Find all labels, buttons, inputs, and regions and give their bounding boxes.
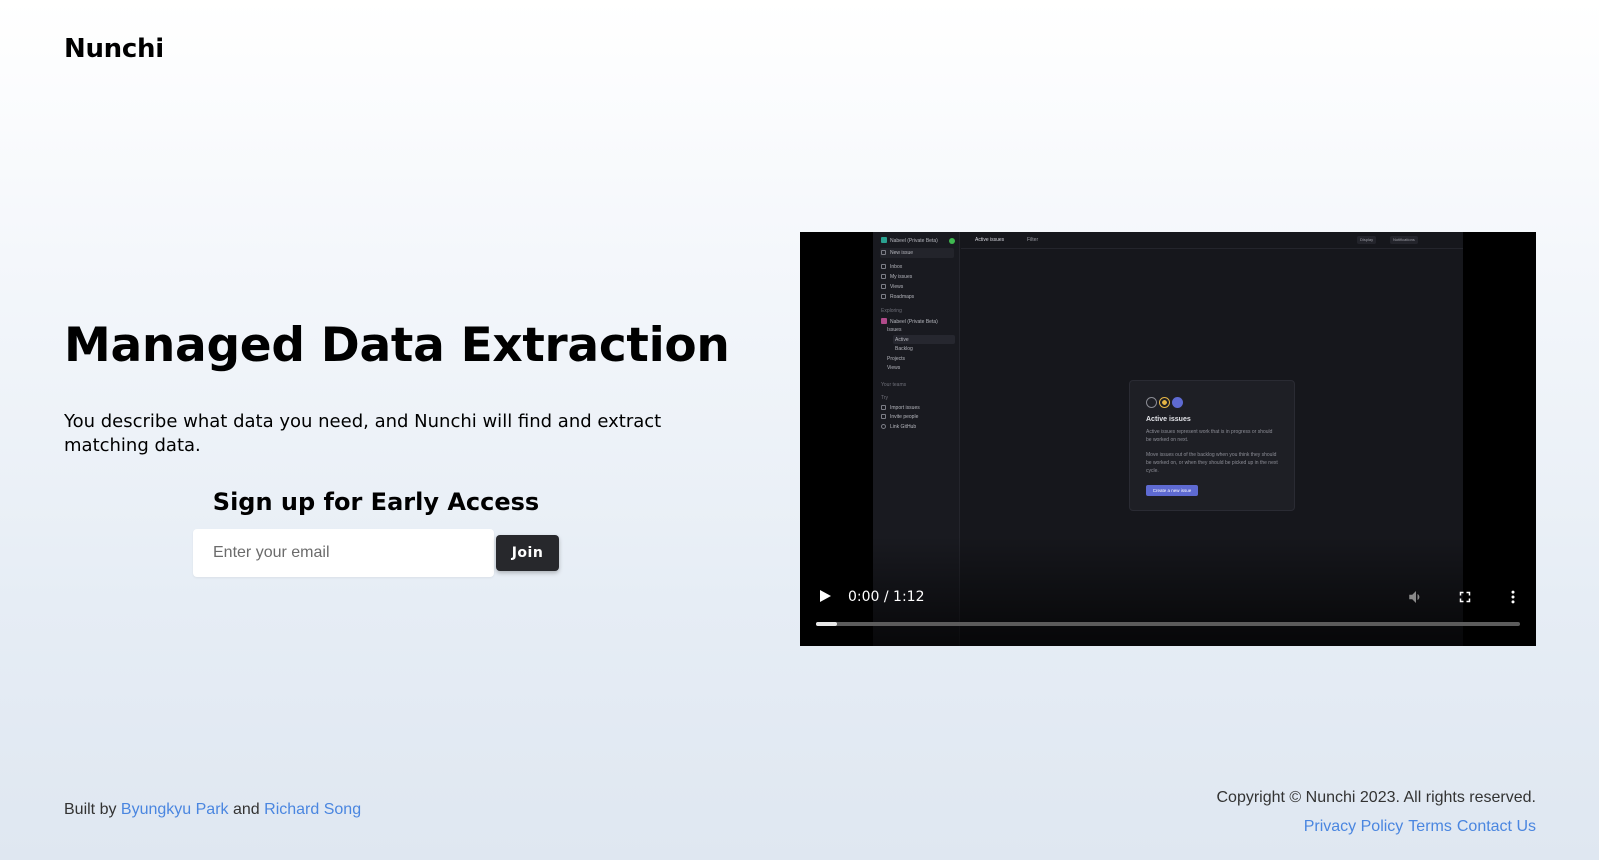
- plus-icon: [881, 414, 886, 419]
- preview-new-issue: New issue: [881, 250, 913, 256]
- signup-form: Join: [193, 529, 559, 577]
- preview-try-item: Invite people: [881, 414, 918, 420]
- preview-nav-item: Views: [881, 284, 903, 290]
- preview-team-item: Projects: [887, 356, 906, 362]
- preview-try-item: Link GitHub: [881, 424, 916, 430]
- roadmap-icon: [881, 294, 886, 299]
- volume-icon[interactable]: [1407, 588, 1425, 606]
- issues-icon: [881, 274, 886, 279]
- inbox-icon: [881, 264, 886, 269]
- import-icon: [881, 405, 886, 410]
- email-input[interactable]: [193, 529, 494, 577]
- preview-team-item: Issues: [887, 327, 902, 333]
- status-done-icon: [1172, 397, 1183, 408]
- preview-team-item: Views: [887, 365, 901, 371]
- privacy-policy-link[interactable]: Privacy Policy: [1304, 818, 1404, 836]
- edit-icon: [881, 250, 886, 255]
- preview-team: Nabeel (Private Beta): [881, 318, 938, 325]
- preview-notifications: Notifications: [1390, 236, 1418, 244]
- fullscreen-icon[interactable]: [1456, 588, 1474, 606]
- video-progress-bar[interactable]: [816, 622, 1520, 626]
- preview-topbar: Active issues Filter Display Notificatio…: [961, 232, 1463, 249]
- video-time: 0:00 / 1:12: [848, 589, 925, 605]
- preview-display: Display: [1357, 236, 1377, 244]
- preview-nav-item: Roadmaps: [881, 294, 914, 300]
- terms-link[interactable]: Terms: [1408, 818, 1452, 836]
- preview-workspace: Nabeel (Private Beta): [881, 237, 938, 244]
- preview-nav-item: My issues: [881, 274, 912, 280]
- and-label: and: [232, 801, 260, 818]
- preview-card-text: Move issues out of the backlog when you …: [1146, 452, 1278, 474]
- preview-your-teams: Your teams: [881, 382, 907, 388]
- status-todo-icon: [1146, 397, 1157, 408]
- more-options-icon[interactable]: [1504, 588, 1522, 606]
- workspace-badge-icon: [881, 237, 887, 243]
- built-by-label: Built by: [64, 801, 117, 818]
- hero-title: Managed Data Extraction: [64, 318, 730, 373]
- preview-card-title: Active issues: [1146, 416, 1191, 423]
- preview-nav-item: Inbox: [881, 264, 902, 270]
- brand-logo[interactable]: Nunchi: [64, 34, 164, 64]
- video-progress-fill: [816, 622, 838, 626]
- signup-title: Sign up for Early Access: [212, 488, 540, 516]
- avatar-icon: [949, 238, 955, 244]
- status-icons: [1146, 397, 1183, 408]
- copyright-text: Copyright © Nunchi 2023. All rights rese…: [1216, 789, 1537, 806]
- preview-team-item: Backlog: [895, 346, 913, 352]
- github-icon: [881, 424, 886, 429]
- footer-links: Privacy Policy Terms Contact Us: [1304, 818, 1536, 836]
- preview-filter: Filter: [1027, 237, 1039, 243]
- views-icon: [881, 284, 886, 289]
- footer-credits: Built by Byungkyu Park and Richard Song: [64, 801, 361, 819]
- join-button[interactable]: Join: [496, 535, 559, 571]
- hero-subtitle: You describe what data you need, and Nun…: [64, 411, 662, 456]
- author-link-richard[interactable]: Richard Song: [264, 801, 361, 818]
- demo-video[interactable]: Nabeel (Private Beta) New issue Inbox My…: [800, 232, 1536, 646]
- contact-us-link[interactable]: Contact Us: [1457, 818, 1536, 836]
- team-badge-icon: [881, 318, 887, 324]
- preview-try-item: Import issues: [881, 405, 920, 411]
- preview-team-item: Active: [895, 337, 909, 343]
- video-controls: 0:00 / 1:12: [800, 576, 1536, 646]
- author-link-byungkyu[interactable]: Byungkyu Park: [121, 801, 229, 818]
- play-icon[interactable]: [820, 590, 831, 602]
- preview-create-issue-button: Create a new issue: [1146, 485, 1198, 496]
- preview-card-text: Active issues represent work that is in …: [1146, 429, 1273, 443]
- preview-section-label: Exploring: [881, 308, 902, 314]
- preview-empty-state-card: Active issues Active issues represent wo…: [1129, 380, 1295, 511]
- preview-try-label: Try: [881, 395, 889, 401]
- preview-top-title: Active issues: [975, 237, 1005, 243]
- status-in-progress-icon: [1159, 397, 1170, 408]
